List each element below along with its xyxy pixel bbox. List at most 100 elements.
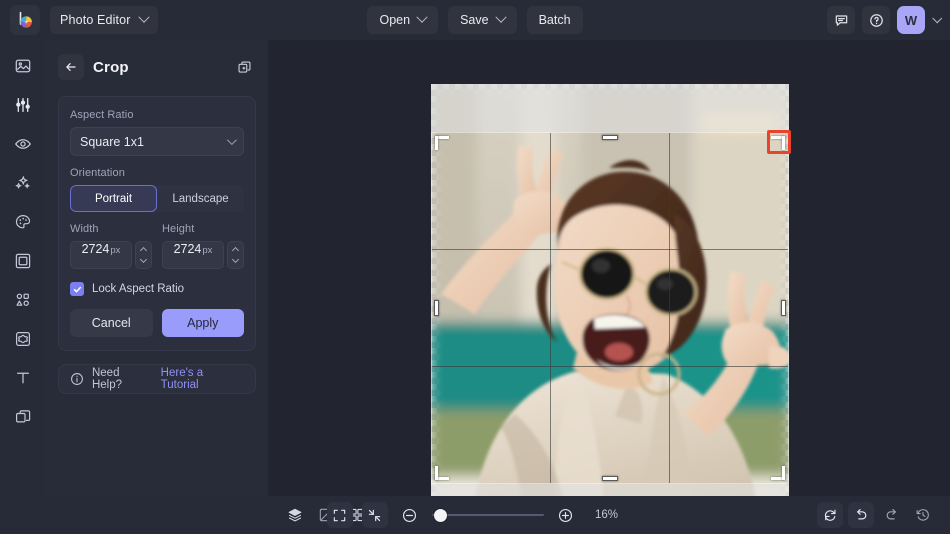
bottom-left-group [0, 502, 370, 528]
width-group: Width 2724 px [70, 223, 152, 269]
rail-item-retouch-tool[interactable] [10, 131, 36, 157]
redo-button[interactable] [879, 502, 905, 528]
lock-aspect-ratio-checkbox[interactable] [70, 282, 84, 296]
editor-body: Crop Aspect Ratio Square 1x1 Orientation [0, 40, 950, 496]
app-switcher[interactable]: Photo Editor [50, 6, 158, 34]
orientation-portrait-button[interactable]: Portrait [70, 185, 157, 212]
apply-button[interactable]: Apply [162, 309, 245, 337]
history-controls-group [817, 502, 936, 528]
zoom-slider-track [432, 514, 544, 516]
batch-label: Batch [539, 13, 571, 27]
app-name-label: Photo Editor [60, 13, 131, 27]
width-stepper[interactable] [135, 241, 152, 269]
crop-handle-middle-right[interactable] [781, 300, 786, 316]
crop-handle-bottom-center[interactable] [602, 476, 618, 481]
orientation-segmented-control: Portrait Landscape [70, 185, 244, 212]
color-wheel-logo-icon [15, 10, 35, 30]
undo-button[interactable] [848, 502, 874, 528]
dimensions-row: Width 2724 px [70, 223, 244, 269]
avatar-initial: W [905, 13, 917, 28]
zoom-slider-knob[interactable] [434, 509, 447, 522]
expand-frame-icon [332, 508, 347, 523]
actual-size-button[interactable] [362, 502, 388, 528]
duplicate-layer-button[interactable] [232, 55, 256, 79]
crop-dim-bottom [431, 484, 789, 496]
redo-arrow-icon [884, 507, 900, 523]
save-button[interactable]: Save [448, 6, 517, 34]
back-button[interactable] [58, 54, 84, 80]
chevron-down-icon [495, 12, 506, 23]
canvas-area[interactable] [268, 40, 950, 496]
rail-item-layers-tool[interactable] [10, 404, 36, 430]
help-button[interactable] [862, 6, 890, 34]
open-button[interactable]: Open [367, 6, 438, 34]
zoom-level-value: 16% [590, 509, 624, 521]
crop-grid-line-horizontal-2 [432, 366, 788, 367]
zoom-slider[interactable] [432, 508, 544, 522]
height-stepper[interactable] [227, 241, 244, 269]
zoom-in-button[interactable] [553, 502, 579, 528]
crop-handle-bottom-left[interactable] [435, 466, 449, 480]
zoom-out-button[interactable] [397, 502, 423, 528]
reset-button[interactable] [817, 502, 843, 528]
aspect-ratio-value: Square 1x1 [80, 135, 144, 149]
height-label: Height [162, 223, 244, 235]
sticker-icon [14, 330, 32, 348]
lock-aspect-ratio-label: Lock Aspect Ratio [92, 283, 184, 295]
text-t-icon [14, 369, 32, 387]
crop-dim-top [431, 84, 789, 132]
panel-title: Crop [93, 59, 129, 76]
crop-handle-middle-left[interactable] [434, 300, 439, 316]
chevron-down-icon [232, 256, 239, 263]
tutorial-link[interactable]: Here's a Tutorial [161, 367, 244, 391]
tool-rail [0, 40, 46, 496]
crop-handle-bottom-right[interactable] [771, 466, 785, 480]
lock-aspect-ratio-row[interactable]: Lock Aspect Ratio [70, 282, 244, 296]
crop-handle-top-left[interactable] [435, 136, 449, 150]
user-avatar[interactable]: W [897, 6, 925, 34]
question-circle-icon [869, 13, 884, 28]
layers-button[interactable] [282, 502, 308, 528]
crop-settings-card: Aspect Ratio Square 1x1 Orientation Port… [58, 96, 256, 351]
width-label: Width [70, 223, 152, 235]
crop-handle-top-right[interactable] [771, 136, 785, 150]
chevron-down-icon [138, 12, 149, 23]
copy-layers-icon [237, 60, 252, 75]
chevron-up-icon [140, 247, 147, 254]
undo-arrow-icon [853, 507, 869, 523]
tutorial-help-box[interactable]: Need Help? Here's a Tutorial [58, 364, 256, 394]
account-menu-chevron-down-icon[interactable] [932, 13, 942, 23]
shapes-icon [14, 291, 32, 309]
rail-item-effects-tool[interactable] [10, 170, 36, 196]
rail-item-adjust-tool[interactable] [10, 92, 36, 118]
rail-item-frame-tool[interactable] [10, 248, 36, 274]
rail-item-shapes-tool[interactable] [10, 287, 36, 313]
crop-actions-row: Cancel Apply [70, 309, 244, 337]
cancel-button[interactable]: Cancel [70, 309, 153, 337]
rail-item-paint-tool[interactable] [10, 209, 36, 235]
feedback-button[interactable] [827, 6, 855, 34]
fit-to-screen-button[interactable] [327, 502, 353, 528]
crop-overlay[interactable] [431, 132, 789, 484]
chevron-up-icon [232, 247, 239, 254]
orientation-landscape-button[interactable]: Landscape [157, 185, 244, 212]
crop-grid-line-vertical-2 [669, 133, 670, 483]
bottom-toolbar: 16% [0, 496, 950, 534]
collapse-arrows-icon [367, 508, 382, 523]
batch-button[interactable]: Batch [527, 6, 583, 34]
crop-handle-top-center[interactable] [602, 135, 618, 140]
height-group: Height 2724 px [162, 223, 244, 269]
rail-item-image-tool[interactable] [10, 53, 36, 79]
width-input[interactable]: 2724 px [70, 241, 132, 269]
height-value: 2724 [174, 242, 202, 256]
rail-item-text-tool[interactable] [10, 365, 36, 391]
arrow-left-icon [64, 60, 78, 74]
height-input[interactable]: 2724 px [162, 241, 224, 269]
aspect-ratio-select[interactable]: Square 1x1 [70, 127, 244, 156]
app-logo-button[interactable] [10, 5, 40, 35]
history-button[interactable] [910, 502, 936, 528]
crop-grid-line-horizontal-1 [432, 249, 788, 250]
crop-panel-header: Crop [58, 54, 256, 80]
crop-grid-line-vertical-1 [550, 133, 551, 483]
rail-item-stickers-tool[interactable] [10, 326, 36, 352]
